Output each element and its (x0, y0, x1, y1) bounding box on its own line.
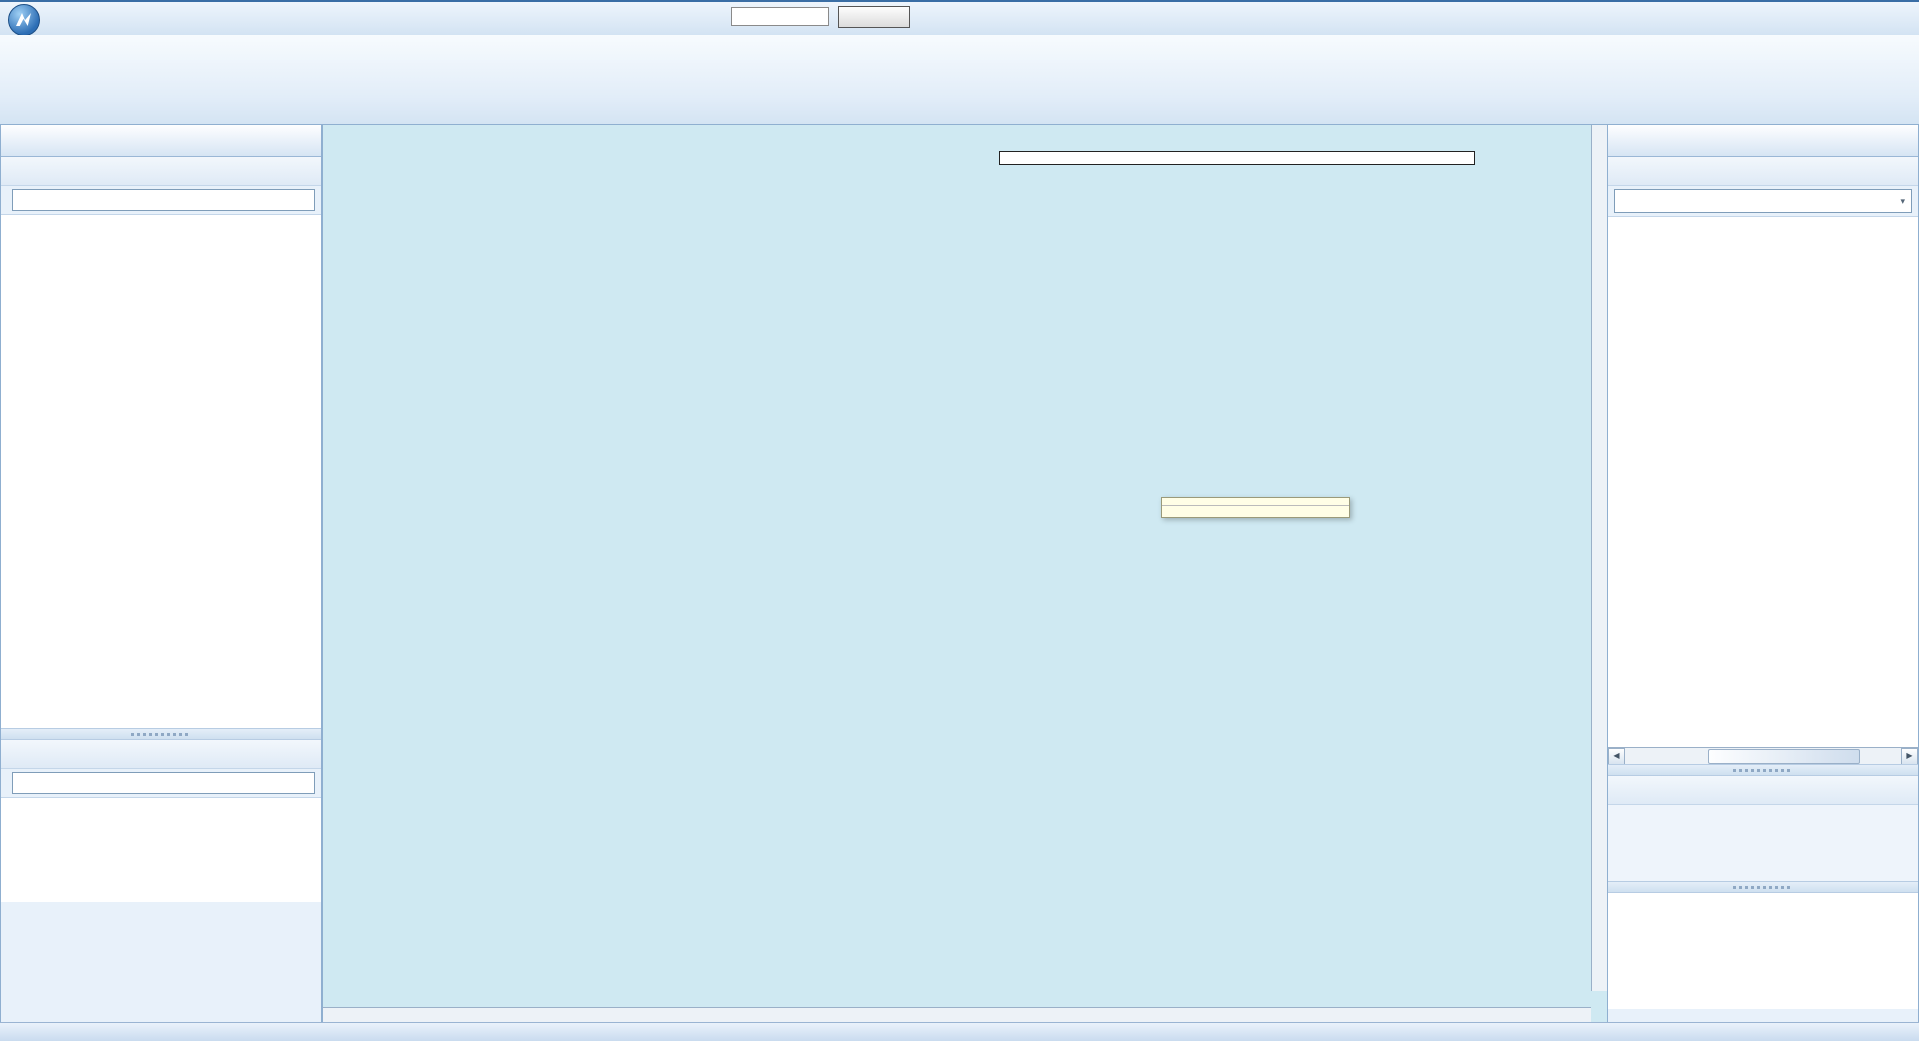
left-search-row (1, 186, 321, 215)
templates-parts-panel: ▾ ◀▶ (1607, 124, 1919, 1023)
right-panel-header (1608, 125, 1918, 157)
takeoff-legend (999, 151, 1475, 165)
pages-search-input[interactable] (12, 189, 315, 211)
templates-tree (1608, 217, 1918, 747)
panel-splitter[interactable] (1608, 764, 1918, 776)
search-input[interactable] (731, 7, 829, 26)
pages-tree (1, 215, 321, 728)
parts-assemblies-dropdown[interactable]: ▾ (1614, 189, 1912, 213)
undo-button[interactable] (838, 6, 910, 28)
app-window: ▾ ◀▶ (0, 0, 1919, 1041)
section-tooltip (1161, 497, 1350, 518)
tooltip-total (1162, 506, 1349, 514)
vertical-scrollbar[interactable] (1591, 125, 1608, 991)
pages-bookmarks-panel (0, 124, 322, 1023)
panel-splitter[interactable] (1, 728, 321, 740)
ribbon (0, 35, 1919, 125)
app-logo-icon[interactable] (8, 4, 40, 36)
views-search-row (1, 769, 321, 798)
status-bar (0, 1022, 1919, 1041)
properties-grid (1608, 893, 1918, 1009)
views-toolbar (1, 740, 321, 769)
left-panel-toolbar (1, 157, 321, 186)
templates-hscroll[interactable]: ◀▶ (1608, 747, 1918, 764)
chevron-down-icon: ▾ (1900, 196, 1905, 207)
right-panel-toolbar (1608, 157, 1918, 186)
title-bar (0, 2, 1919, 35)
left-panel-header (1, 125, 321, 157)
views-search-input[interactable] (12, 772, 315, 794)
parts-list (1608, 805, 1918, 881)
panel-splitter[interactable] (1608, 881, 1918, 893)
floor-plan-drawing[interactable] (323, 125, 1591, 990)
drawing-canvas[interactable] (322, 124, 1609, 1025)
views-list (1, 798, 321, 902)
parts-toolbar (1608, 776, 1918, 805)
